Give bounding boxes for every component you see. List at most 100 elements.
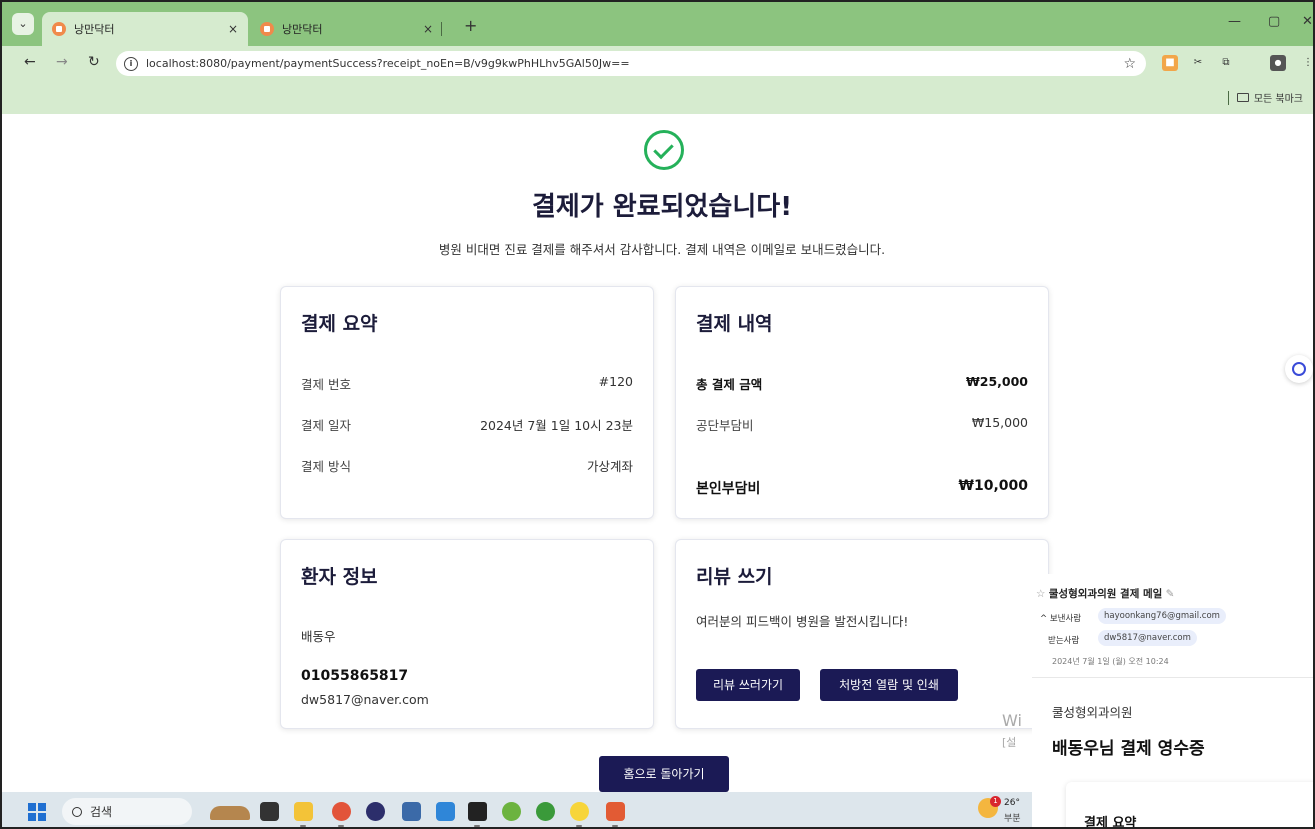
summary-row: 결제 번호 #120 bbox=[301, 374, 633, 393]
row-label: 결제 일자 bbox=[301, 418, 351, 433]
browser-tab-bar: ⌄ 낭만닥터 × 낭만닥터 × + — ▢ ✕ bbox=[2, 2, 1313, 46]
forward-icon[interactable]: → bbox=[56, 54, 68, 70]
back-icon[interactable]: ← bbox=[24, 54, 36, 70]
bookmark-star-icon[interactable]: ☆ bbox=[1123, 56, 1136, 72]
total-label: 총 결제 금액 bbox=[696, 377, 763, 392]
app-icon[interactable] bbox=[402, 802, 421, 821]
address-bar[interactable]: i localhost:8080/payment/paymentSuccess?… bbox=[116, 51, 1146, 76]
more-menu-icon[interactable]: ⋮ bbox=[1300, 55, 1313, 71]
review-description: 여러분의 피드백이 병원을 발전시킵니다! bbox=[696, 614, 909, 629]
sender-label: ^ 보낸사람 bbox=[1040, 614, 1082, 624]
edit-icon[interactable]: ✎ bbox=[1162, 588, 1175, 600]
tab-active[interactable]: 낭만닥터 × bbox=[42, 12, 248, 46]
extension-icon[interactable]: ■ bbox=[1162, 55, 1178, 71]
total-amount-row: 총 결제 금액 ₩25,000 bbox=[696, 374, 1028, 393]
intellij-icon[interactable] bbox=[468, 802, 487, 821]
payment-summary-card: 결제 요약 결제 번호 #120 결제 일자 2024년 7월 1일 10시 2… bbox=[280, 286, 654, 519]
email-clinic-name: 쿨성형외과의원 bbox=[1052, 705, 1133, 720]
task-view-icon[interactable] bbox=[260, 802, 279, 821]
widgets-icon[interactable] bbox=[210, 806, 250, 820]
tab-search-button[interactable]: ⌄ bbox=[12, 13, 34, 35]
email-card-title: 결제 요약 bbox=[1084, 816, 1137, 829]
patient-name: 배동우 bbox=[301, 629, 336, 644]
browser-toolbar: ← → ↻ i localhost:8080/payment/paymentSu… bbox=[2, 46, 1313, 80]
public-value: ₩15,000 bbox=[971, 415, 1028, 430]
restore-icon[interactable]: ▢ bbox=[1268, 14, 1280, 29]
view-prescription-button[interactable]: 처방전 열람 및 인쇄 bbox=[820, 669, 958, 701]
file-explorer-icon[interactable] bbox=[294, 802, 313, 821]
chat-widget-icon[interactable] bbox=[1285, 355, 1313, 383]
windows-start-icon[interactable] bbox=[28, 803, 46, 821]
new-tab-button[interactable]: + bbox=[464, 16, 477, 35]
activate-windows-settings-fragment: [설 bbox=[1002, 736, 1017, 749]
email-preview-panel: ☆ 쿨성형외과의원 결제 메일 ✎ ^ 보낸사람 hayoonkang76@gm… bbox=[1032, 574, 1313, 829]
folder-icon bbox=[1236, 93, 1249, 102]
collapse-icon[interactable]: ^ bbox=[1040, 614, 1050, 624]
tab-title: 낭만닥터 bbox=[74, 23, 115, 36]
vscode-icon[interactable] bbox=[436, 802, 455, 821]
row-label: 결제 방식 bbox=[301, 459, 351, 474]
weather-description: 부분 bbox=[1004, 814, 1021, 824]
site-info-icon[interactable]: i bbox=[124, 56, 138, 71]
running-indicator bbox=[612, 825, 618, 827]
patient-email: dw5817@naver.com bbox=[301, 692, 429, 707]
app-icon[interactable] bbox=[536, 802, 555, 821]
reload-icon[interactable]: ↻ bbox=[88, 54, 100, 70]
eclipse-icon[interactable] bbox=[366, 802, 385, 821]
self-value: ₩10,000 bbox=[958, 478, 1028, 494]
bookmark-separator bbox=[1227, 90, 1229, 105]
email-heading: 배동우님 결제 영수증 bbox=[1052, 739, 1205, 759]
tab-close-icon[interactable]: × bbox=[423, 22, 433, 36]
home-favicon-icon bbox=[260, 22, 274, 36]
puzzle-icon[interactable]: ⧉ bbox=[1218, 55, 1234, 71]
running-indicator bbox=[338, 825, 344, 827]
all-bookmarks-label: 모든 북마크 bbox=[1253, 94, 1303, 105]
page-subtitle: 병원 비대면 진료 결제를 해주셔서 감사합니다. 결제 내역은 이메일로 보내… bbox=[438, 242, 886, 257]
running-indicator bbox=[300, 825, 306, 827]
recipient-label: 받는사람 bbox=[1048, 636, 1080, 646]
close-window-icon[interactable]: ✕ bbox=[1302, 14, 1313, 29]
go-home-button[interactable]: 홈으로 돌아가기 bbox=[599, 756, 729, 792]
chrome-icon[interactable] bbox=[332, 802, 351, 821]
public-label: 공단부담비 bbox=[696, 418, 754, 433]
tab-title: 낭만닥터 bbox=[282, 23, 323, 36]
url-text: localhost:8080/payment/paymentSuccess?re… bbox=[146, 57, 630, 70]
row-label: 결제 번호 bbox=[301, 377, 351, 392]
weather-temperature: 26° bbox=[1004, 798, 1020, 808]
screenshot-frame: ⌄ 낭만닥터 × 낭만닥터 × + — ▢ ✕ ← → ↻ i localhos… bbox=[0, 0, 1315, 829]
card-title: 결제 요약 bbox=[301, 313, 378, 335]
card-title: 환자 정보 bbox=[301, 566, 378, 588]
page-title: 결제가 완료되었습니다! bbox=[531, 192, 793, 222]
home-favicon-icon bbox=[52, 22, 66, 36]
email-date: 2024년 7월 1일 (월) 오전 10:24 bbox=[1052, 657, 1169, 666]
review-card: 리뷰 쓰기 여러분의 피드백이 병원을 발전시킵니다! 리뷰 쓰러가기 처방전 … bbox=[675, 539, 1049, 729]
running-indicator bbox=[576, 825, 582, 827]
kakaotalk-icon[interactable] bbox=[570, 802, 589, 821]
taskbar-search[interactable]: 검색 bbox=[62, 798, 192, 825]
recipient-chip[interactable]: dw5817@naver.com bbox=[1098, 630, 1197, 646]
payment-details-card: 결제 내역 총 결제 금액 ₩25,000 공단부담비 ₩15,000 본인부담… bbox=[675, 286, 1049, 519]
row-value: 2024년 7월 1일 10시 23분 bbox=[480, 418, 633, 433]
all-bookmarks-button[interactable]: 모든 북마크 bbox=[1220, 90, 1303, 105]
row-value: #120 bbox=[598, 374, 633, 389]
summary-row: 결제 방식 가상계좌 bbox=[301, 456, 633, 475]
scissors-icon[interactable]: ✂ bbox=[1190, 55, 1206, 71]
profile-avatar-icon[interactable]: ● bbox=[1270, 55, 1286, 71]
email-subject: ☆ 쿨성형외과의원 결제 메일 ✎ bbox=[1036, 588, 1175, 600]
powerpoint-icon[interactable] bbox=[606, 802, 625, 821]
running-indicator bbox=[474, 825, 480, 827]
self-label: 본인부담비 bbox=[696, 481, 761, 497]
minimize-icon[interactable]: — bbox=[1228, 14, 1241, 29]
patient-info-card: 환자 정보 배동우 01055865817 dw5817@naver.com bbox=[280, 539, 654, 729]
card-title: 결제 내역 bbox=[696, 313, 773, 335]
row-value: 가상계좌 bbox=[586, 459, 633, 474]
self-pay-row: 본인부담비 ₩10,000 bbox=[696, 478, 1028, 498]
write-review-button[interactable]: 리뷰 쓰러가기 bbox=[696, 669, 800, 701]
star-outline-icon[interactable]: ☆ bbox=[1036, 588, 1049, 600]
windows-taskbar: 검색 1 26° 부분 bbox=[2, 792, 1032, 827]
tab-close-icon[interactable]: × bbox=[228, 22, 238, 36]
sender-chip[interactable]: hayoonkang76@gmail.com bbox=[1098, 608, 1226, 624]
tab-separator bbox=[441, 22, 442, 36]
tab-inactive[interactable]: 낭만닥터 × bbox=[250, 12, 460, 46]
spring-icon[interactable] bbox=[502, 802, 521, 821]
